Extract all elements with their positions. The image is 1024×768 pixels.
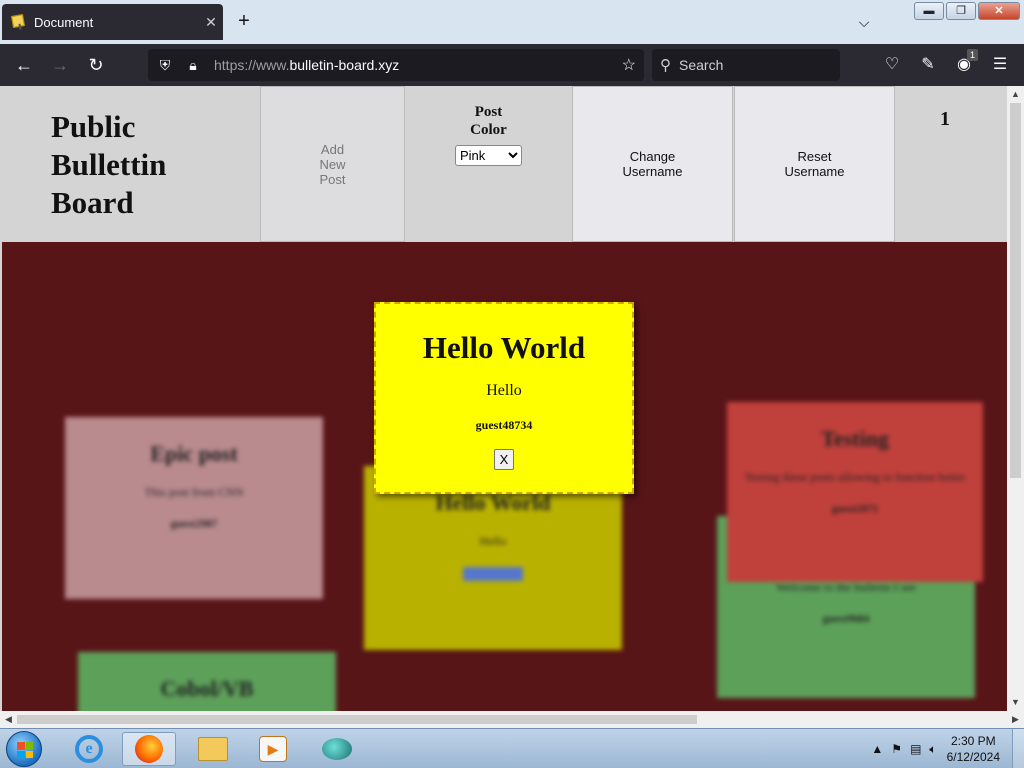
tab-close-icon[interactable]: ✕: [199, 14, 223, 31]
shield-icon[interactable]: ⛨: [154, 57, 176, 74]
taskbar-app-fish[interactable]: [310, 732, 364, 766]
new-tab-button[interactable]: +: [232, 10, 256, 34]
minimize-button[interactable]: ▬: [914, 2, 944, 20]
post-username: guest9684: [822, 613, 870, 625]
window-titlebar: Document ✕ + ⌵ ▬ ❐ ✕: [0, 0, 1024, 44]
fish-app-icon: [322, 738, 352, 760]
reset-username-button[interactable]: Reset Username: [734, 86, 895, 242]
horizontal-scroll-thumb[interactable]: [17, 715, 697, 724]
clock-time: 2:30 PM: [950, 734, 996, 748]
post-action-button[interactable]: [463, 567, 523, 581]
post-username: guest2987: [170, 518, 218, 530]
media-player-icon: ▶: [259, 736, 287, 762]
board-post[interactable]: Testing Testing these posts allowing to …: [727, 402, 983, 582]
board-header: Public Bullettin Board Add New Post Post…: [0, 86, 1007, 242]
scroll-left-icon[interactable]: ◀: [0, 711, 17, 728]
post-color-label: Post Color: [470, 104, 507, 138]
sticky-note-icon: [11, 14, 26, 29]
taskbar-internet-explorer[interactable]: e: [62, 732, 116, 766]
post-body: This post from CNN: [144, 485, 244, 499]
taskbar-firefox[interactable]: [122, 732, 176, 766]
window-controls: ▬ ❐ ✕: [914, 2, 1020, 20]
taskbar-clock[interactable]: 2:30 PM 6/12/2024: [947, 733, 1000, 765]
extension-badge: 1: [966, 49, 978, 61]
vertical-scroll-thumb[interactable]: [1010, 103, 1021, 478]
post-title: Cobol/VB: [160, 676, 254, 701]
start-button[interactable]: [6, 731, 42, 767]
post-color-select[interactable]: Pink: [455, 145, 522, 166]
lock-icon[interactable]: 🔒︎: [182, 57, 204, 74]
folder-icon: [198, 737, 228, 761]
post-title: Testing: [821, 426, 889, 451]
modal-body: Hello: [486, 382, 522, 399]
scroll-right-icon[interactable]: ▶: [1007, 711, 1024, 728]
taskbar-file-explorer[interactable]: [186, 732, 240, 766]
bookmark-star-icon[interactable]: ☆: [622, 55, 636, 75]
close-window-button[interactable]: ✕: [978, 2, 1020, 20]
board-post[interactable]: Cobol/VB: [78, 652, 336, 711]
internet-explorer-icon: e: [75, 735, 103, 763]
add-new-post-button[interactable]: Add New Post: [260, 86, 405, 242]
search-icon: ⚲: [660, 57, 671, 74]
post-count: 1: [940, 108, 950, 130]
scroll-up-icon[interactable]: ▲: [1007, 86, 1024, 103]
post-color-panel: Post Color Pink: [405, 86, 572, 242]
action-center-flag-icon[interactable]: ⚑: [891, 742, 902, 756]
show-hidden-icons[interactable]: ▲: [871, 742, 883, 756]
browser-navbar: ← → ↻ ⛨ 🔒︎ https://www.bulletin-board.xy…: [0, 44, 1024, 86]
url-text: https://www.bulletin-board.xyz: [214, 57, 400, 73]
pocket-icon[interactable]: ♡: [880, 53, 904, 77]
list-all-tabs-icon[interactable]: ⌵: [852, 10, 876, 34]
post-body: Welcome to the bulletin I see: [776, 580, 916, 594]
browser-tab[interactable]: Document ✕: [2, 4, 223, 40]
horizontal-scrollbar[interactable]: ◀ ▶: [0, 711, 1024, 728]
post-username: guest2071: [831, 503, 879, 515]
volume-muted-icon[interactable]: 🔈︎: [929, 742, 936, 757]
clock-date: 6/12/2024: [946, 750, 1000, 764]
firefox-icon: [135, 735, 163, 763]
board-post[interactable]: Epic post This post from CNN guest2987: [65, 417, 323, 599]
show-desktop-button[interactable]: [1012, 729, 1024, 768]
ublock-icon[interactable]: ◉ 1: [952, 49, 978, 77]
tab-title: Document: [34, 14, 94, 30]
post-detail-modal: Hello World Hello guest48734 X: [374, 302, 634, 494]
post-body: Testing these posts allowing to function…: [744, 470, 966, 484]
url-bar[interactable]: ⛨ 🔒︎ https://www.bulletin-board.xyz ☆: [148, 49, 644, 81]
extensions-icon[interactable]: ✎: [916, 53, 940, 77]
search-input[interactable]: ⚲ Search: [652, 49, 840, 81]
taskbar-media-player[interactable]: ▶: [246, 732, 300, 766]
hamburger-menu-icon[interactable]: ☰: [988, 53, 1012, 77]
modal-title: Hello World: [422, 330, 586, 365]
windows-logo-icon: [17, 742, 33, 758]
forward-arrow-icon[interactable]: →: [48, 53, 72, 77]
post-title: Epic post: [150, 441, 238, 466]
reload-icon[interactable]: ↻: [84, 53, 108, 77]
restore-button[interactable]: ❐: [946, 2, 976, 20]
modal-close-button[interactable]: X: [494, 449, 514, 470]
scroll-down-icon[interactable]: ▼: [1007, 694, 1024, 711]
windows-taskbar: e ▶ ▲ ⚑ ▤ 🔈︎ 2:30 PM 6/12/2024: [0, 728, 1024, 768]
search-placeholder: Search: [679, 57, 724, 73]
vertical-scrollbar[interactable]: ▲ ▼: [1007, 86, 1024, 711]
system-tray: ▲ ⚑ ▤ 🔈︎ 2:30 PM 6/12/2024: [867, 729, 1024, 768]
back-arrow-icon[interactable]: ←: [12, 53, 36, 77]
post-body: Hello: [479, 534, 507, 548]
change-username-button[interactable]: Change Username: [572, 86, 733, 242]
page-title: Public Bullettin Board: [51, 109, 167, 220]
network-icon[interactable]: ▤: [910, 742, 921, 756]
modal-username: guest48734: [475, 418, 533, 432]
